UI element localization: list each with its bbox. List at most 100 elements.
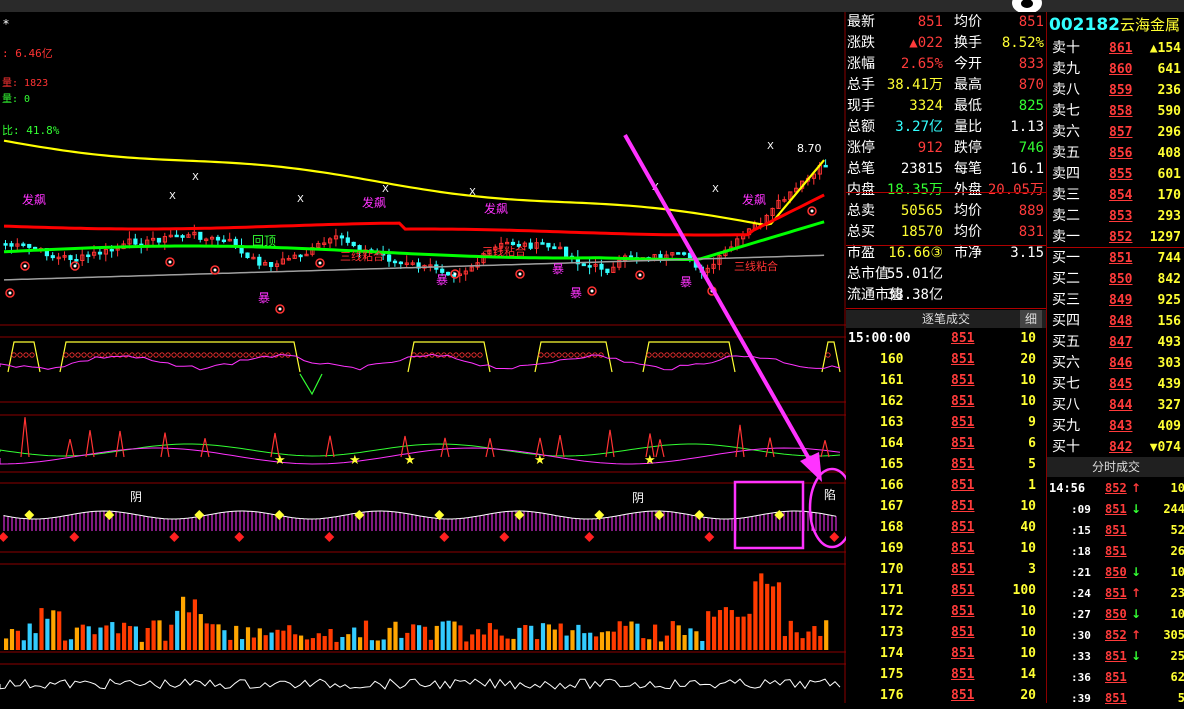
ask-price: 855 — [1109, 167, 1133, 182]
trade-row[interactable]: :39 851 5 — [1047, 688, 1184, 709]
trade-row[interactable]: :27 850 ↓ 10 — [1047, 604, 1184, 625]
bid-row[interactable]: 买五 847 493 — [1047, 332, 1184, 353]
tick-row[interactable]: 169 851 10 — [846, 538, 1046, 559]
diamond-red-icon — [324, 532, 335, 542]
indicator-dot — [688, 352, 694, 358]
trade-price: 851 — [1105, 691, 1127, 705]
tick-time: 166 — [880, 478, 904, 493]
tick-row[interactable]: 172 851 10 — [846, 601, 1046, 622]
candle-body — [298, 254, 303, 258]
tick-list-title: 逐笔成交 — [921, 312, 970, 326]
trade-row[interactable]: :33 851 ↓ 25 — [1047, 646, 1184, 667]
ask-row[interactable]: 卖六 857 296 — [1047, 122, 1184, 143]
volume-bar — [434, 625, 439, 650]
bid-row[interactable]: 买九 843 409 — [1047, 416, 1184, 437]
quote-row: 现手 3324 最低 825 — [846, 96, 1046, 117]
indicator-dot — [63, 352, 69, 358]
candle-body — [269, 261, 274, 267]
tick-row[interactable]: 173 851 10 — [846, 622, 1046, 643]
candle-body — [68, 255, 73, 260]
ma-line-yellow — [3, 139, 825, 227]
ask-row[interactable]: 卖八 859 236 — [1047, 80, 1184, 101]
tag-san-xian-3: 三线粘合 — [734, 259, 778, 273]
ask-row[interactable]: 卖九 860 641 — [1047, 59, 1184, 80]
tick-volume: 10 — [1020, 541, 1036, 556]
bid-price: 843 — [1109, 419, 1133, 434]
tick-row[interactable]: 165 851 5 — [846, 454, 1046, 475]
volume-bar — [647, 639, 652, 650]
volume-bar — [806, 631, 811, 650]
quote-value: 20.05万 — [987, 182, 1044, 198]
indicator-dot — [676, 352, 682, 358]
bid-row[interactable]: 买六 846 303 — [1047, 353, 1184, 374]
quote-label: 均价 — [954, 14, 982, 30]
trade-row[interactable]: 14:56 852 ↑ 10 — [1047, 478, 1184, 499]
bid-row[interactable]: 买二 850 842 — [1047, 269, 1184, 290]
tick-row[interactable]: 171 851 100 — [846, 580, 1046, 601]
tick-row[interactable]: 163 851 9 — [846, 412, 1046, 433]
trade-row[interactable]: :30 852 ↑ 305 — [1047, 625, 1184, 646]
signal-dot-icon — [810, 209, 814, 213]
bid-row[interactable]: 买四 848 156 — [1047, 311, 1184, 332]
diamond-red-icon — [584, 532, 595, 542]
ask-row[interactable]: 卖二 853 293 — [1047, 206, 1184, 227]
tag-fa-biao-1: 发飙 — [22, 192, 46, 207]
ask-row[interactable]: 卖七 858 590 — [1047, 101, 1184, 122]
bid-row[interactable]: 买八 844 327 — [1047, 395, 1184, 416]
trade-row[interactable]: :09 851 ↓ 244 — [1047, 499, 1184, 520]
bid-row[interactable]: 买七 845 439 — [1047, 374, 1184, 395]
ask-row[interactable]: 卖四 855 601 — [1047, 164, 1184, 185]
trade-time: :15 — [1071, 524, 1091, 537]
volume-bar — [570, 630, 575, 650]
diamond-red-icon — [69, 532, 80, 542]
tick-row[interactable]: 15:00:00 851 10 — [846, 328, 1046, 349]
trade-volume: 5 — [1177, 691, 1184, 705]
tick-row[interactable]: 160 851 20 — [846, 349, 1046, 370]
volume-bar — [540, 623, 546, 650]
volume-bar — [741, 616, 746, 650]
tag-san-xian-1: 三线粘合 — [340, 249, 384, 263]
tick-volume: 10 — [1020, 625, 1036, 640]
tick-row[interactable]: 166 851 1 — [846, 475, 1046, 496]
x-marker: X — [192, 172, 199, 183]
tick-row[interactable]: 170 851 3 — [846, 559, 1046, 580]
volume-bar — [21, 640, 26, 650]
bid-row[interactable]: 买一 851 744 — [1047, 248, 1184, 269]
trade-row[interactable]: :24 851 ↑ 23 — [1047, 583, 1184, 604]
bid-row[interactable]: 买十 842 ▼074 — [1047, 437, 1184, 458]
tick-row[interactable]: 175 851 14 — [846, 664, 1046, 685]
kline-chart-area[interactable]: * : 6.46亿 量: 1823 量: 0 比: 41.8% XXXXXXXX… — [0, 12, 846, 703]
ask-label: 卖八 — [1052, 82, 1080, 98]
bid-volume: 327 — [1157, 398, 1181, 413]
trade-volume: 244 — [1163, 502, 1184, 516]
tick-row[interactable]: 168 851 40 — [846, 517, 1046, 538]
diamond-red-icon — [439, 532, 450, 542]
indicator-dot — [183, 352, 189, 358]
tick-row[interactable]: 167 851 10 — [846, 496, 1046, 517]
indicator-dot — [225, 352, 231, 358]
trade-row[interactable]: :21 850 ↓ 10 — [1047, 562, 1184, 583]
stock-name: 云海金属 — [1119, 16, 1180, 34]
tick-detail-tab[interactable]: 细 — [1020, 310, 1042, 328]
quote-label: 涨跌 — [847, 35, 875, 51]
tick-row[interactable]: 164 851 6 — [846, 433, 1046, 454]
tick-volume: 9 — [1028, 415, 1036, 430]
trade-row[interactable]: :36 851 62 — [1047, 667, 1184, 688]
tick-row[interactable]: 174 851 10 — [846, 643, 1046, 664]
ask-price: 856 — [1109, 146, 1133, 161]
tick-row[interactable]: 161 851 10 — [846, 370, 1046, 391]
ask-row[interactable]: 卖三 854 170 — [1047, 185, 1184, 206]
trade-row[interactable]: :18 851 26 — [1047, 541, 1184, 562]
quote-label: 均价 — [954, 224, 982, 240]
ask-row[interactable]: 卖一 852 1297 — [1047, 227, 1184, 248]
ask-row[interactable]: 卖十 861 ▲154 — [1047, 38, 1184, 59]
ask-row[interactable]: 卖五 856 408 — [1047, 143, 1184, 164]
indicator-dot — [195, 352, 201, 358]
chart-menu-dot[interactable]: * — [3, 17, 9, 31]
volume-bar — [169, 624, 174, 650]
tick-row[interactable]: 162 851 10 — [846, 391, 1046, 412]
signal-dot-icon — [638, 273, 642, 277]
volume-bar — [57, 611, 62, 650]
trade-row[interactable]: :15 851 52 — [1047, 520, 1184, 541]
bid-row[interactable]: 买三 849 925 — [1047, 290, 1184, 311]
